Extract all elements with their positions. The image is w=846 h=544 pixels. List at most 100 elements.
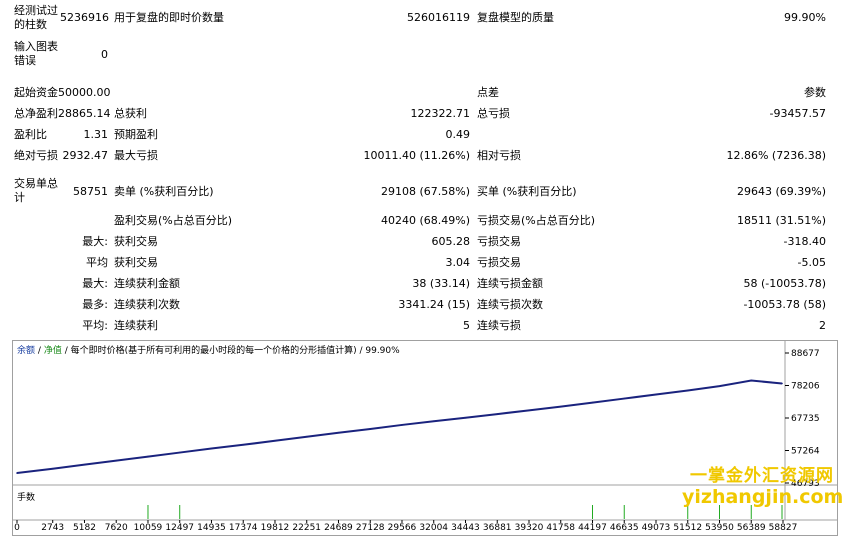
largest-loss-label: 亏损交易 xyxy=(477,235,521,248)
gross-profit-label: 总获利 xyxy=(114,107,147,120)
balance-data-point xyxy=(337,431,340,434)
short-trades-value: 29108 (67.58%) xyxy=(380,185,470,198)
balance-data-point xyxy=(51,467,54,470)
long-trades-label: 买单 (%获利百分比) xyxy=(477,185,577,198)
profit-trades-value: 40240 (68.49%) xyxy=(380,214,470,227)
x-tick-label: 2743 xyxy=(41,523,64,533)
x-tick-label: 14935 xyxy=(197,523,226,533)
gross-loss-label: 总亏损 xyxy=(477,107,510,120)
balance-data-point xyxy=(178,451,181,454)
x-tick-label: 10059 xyxy=(134,523,163,533)
x-tick-label: 46635 xyxy=(610,523,639,533)
quality-label: 复盘模型的质量 xyxy=(477,11,554,24)
x-tick-label: 34443 xyxy=(451,523,480,533)
deposit-value: 50000.00 xyxy=(58,86,111,99)
long-trades-value: 29643 (69.39%) xyxy=(736,185,826,198)
profit-factor-label: 盈利比 xyxy=(14,128,47,141)
balance-data-point xyxy=(623,397,626,400)
maximal-consec-loss-value: -10053.78 (58) xyxy=(743,298,826,311)
watermark-chinese: 一掌金外汇资源网 xyxy=(690,466,834,486)
balance-data-point xyxy=(750,379,753,382)
expected-payoff-label: 预期盈利 xyxy=(114,128,158,141)
max-drawdown-label: 最大亏损 xyxy=(114,149,158,162)
avg-prefix: 平均: xyxy=(82,319,108,332)
maximal-consec-loss-label: 连续亏损次数 xyxy=(477,298,543,311)
balance-data-point xyxy=(147,455,149,458)
largest-profit-label: 获利交易 xyxy=(114,235,158,248)
rel-drawdown-label: 相对亏损 xyxy=(477,149,521,162)
profit-trades-label: 盈利交易(%占总百分比) xyxy=(114,214,233,227)
x-tick-label: 49073 xyxy=(642,523,671,533)
x-tick-label: 12497 xyxy=(165,523,194,533)
average-loss-label: 亏损交易 xyxy=(477,256,521,269)
maximal-consec-profit-label: 连续获利次数 xyxy=(114,298,180,311)
deposit-label: 起始资金 xyxy=(14,86,58,99)
maximal-consec-profit-value: 3341.24 (15) xyxy=(398,298,470,311)
total-trades-value: 58751 xyxy=(73,185,108,198)
x-tick-label: 24689 xyxy=(324,523,353,533)
x-tick-label: 51512 xyxy=(673,523,702,533)
x-tick-label: 32004 xyxy=(419,523,448,533)
short-trades-label: 卖单 (%获利百分比) xyxy=(114,185,214,198)
abs-drawdown-value: 2932.47 xyxy=(62,149,109,162)
ticks-label: 用于复盘的即时价数量 xyxy=(114,11,224,24)
ticks-value: 526016119 xyxy=(407,11,470,24)
average-prefix: 平均 xyxy=(86,256,108,269)
x-tick-label: 39320 xyxy=(515,523,544,533)
gross-loss-value: -93457.57 xyxy=(769,107,826,120)
spread-value: 参数 xyxy=(804,86,826,99)
bars-tested-label: 经测试过的柱数 xyxy=(14,4,58,31)
max-consec-wins-label: 连续获利金额 xyxy=(114,277,180,290)
x-tick-label: 36881 xyxy=(483,523,512,533)
balance-data-point xyxy=(464,416,467,419)
net-profit-value: 28865.14 xyxy=(58,107,111,120)
balance-data-point xyxy=(16,472,18,474)
average-profit-value: 3.04 xyxy=(445,256,471,269)
balance-data-point xyxy=(496,413,499,415)
x-tick-label: 29566 xyxy=(388,523,417,533)
y-tick-label: 57264 xyxy=(791,447,820,457)
x-tick-label: 17374 xyxy=(229,523,258,533)
profit-factor-value: 1.31 xyxy=(83,128,109,141)
volume-pane-label: 手数 xyxy=(17,493,36,503)
balance-data-point xyxy=(686,389,689,392)
loss-trades-label: 亏损交易(%占总百分比) xyxy=(477,214,596,227)
spread-label: 点差 xyxy=(477,86,499,99)
avg-consec-wins-value: 5 xyxy=(463,319,470,332)
balance-data-point xyxy=(559,405,562,408)
x-tick-label: 19812 xyxy=(261,523,290,533)
max-consec-losses-label: 连续亏损金额 xyxy=(477,277,543,290)
balance-data-point xyxy=(305,435,308,438)
balance-data-point xyxy=(210,447,213,450)
max-drawdown-value: 10011.40 (11.26%) xyxy=(363,149,470,162)
largest-loss-value: -318.40 xyxy=(783,235,826,248)
balance-data-point xyxy=(401,424,403,426)
watermark-url: yizhangjin.com xyxy=(682,486,844,508)
x-tick-label: 27128 xyxy=(356,523,385,533)
balance-series-line xyxy=(16,379,783,475)
x-tick-label: 5182 xyxy=(73,523,96,533)
largest-prefix: 最大: xyxy=(82,235,108,248)
avg-consec-losses-label: 连续亏损 xyxy=(477,319,521,332)
avg-consec-losses-value: 2 xyxy=(819,319,826,332)
balance-data-point xyxy=(655,393,657,396)
balance-data-point xyxy=(242,444,245,446)
y-tick-label: 78206 xyxy=(791,382,820,392)
balance-data-point xyxy=(718,385,721,387)
balance-data-point xyxy=(115,459,118,462)
average-loss-value: -5.05 xyxy=(797,256,826,269)
x-tick-label: 7620 xyxy=(105,523,128,533)
balance-data-point xyxy=(432,420,435,423)
rel-drawdown-value: 12.86% (7236.38) xyxy=(726,149,826,162)
x-tick-label: 58827 xyxy=(769,523,798,533)
errors-label: 输入图表错误 xyxy=(14,40,58,67)
max-consec-wins-value: 38 (33.14) xyxy=(412,277,470,290)
balance-data-point xyxy=(781,382,783,385)
abs-drawdown-label: 绝对亏损 xyxy=(14,149,58,162)
x-tick-label: 22251 xyxy=(292,523,321,533)
max-consec-losses-value: 58 (-10053.78) xyxy=(743,277,826,290)
x-tick-label: 53950 xyxy=(705,523,734,533)
x-tick-label: 44197 xyxy=(578,523,607,533)
average-profit-label: 获利交易 xyxy=(114,256,158,269)
largest-profit-value: 605.28 xyxy=(431,235,471,248)
